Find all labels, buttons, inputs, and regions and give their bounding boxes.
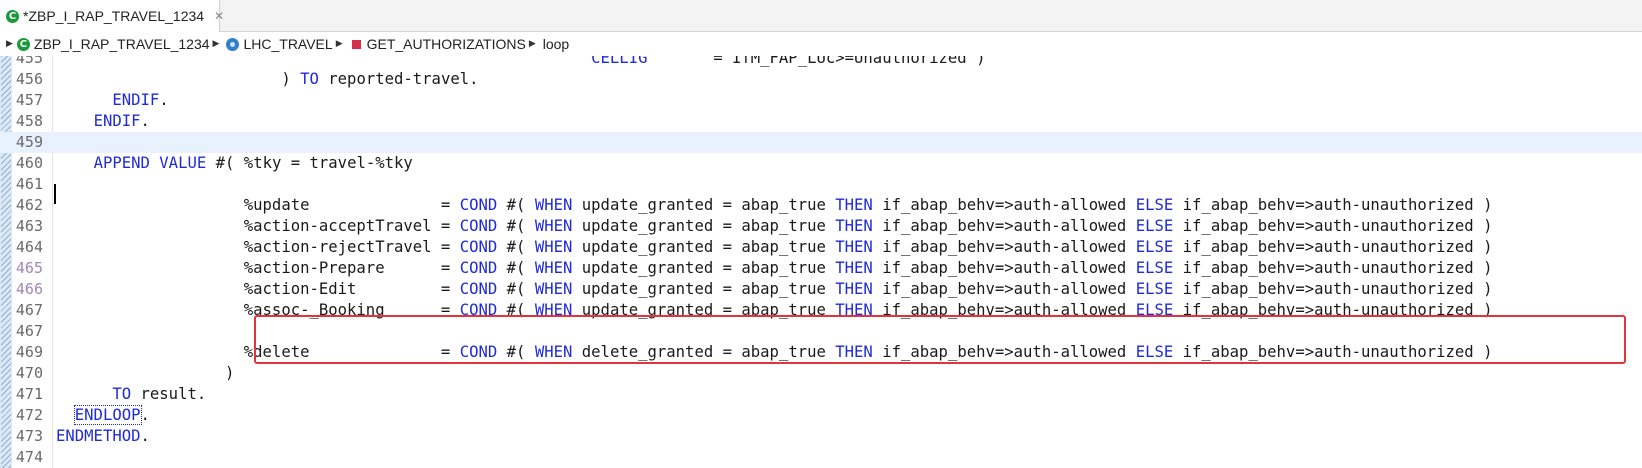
code-text: ENDIF. xyxy=(93,112,150,130)
editor-tab[interactable]: C *ZBP_I_RAP_TRAVEL_1234 ✕ xyxy=(0,0,224,32)
code-line[interactable]: 467 %assoc-_Booking = COND #( WHEN updat… xyxy=(0,300,1642,321)
code-line[interactable]: 473 ENDMETHOD. xyxy=(0,426,1642,447)
code-text: %action-acceptTravel = COND #( WHEN upda… xyxy=(56,217,1493,235)
line-number: 455 xyxy=(15,56,43,67)
line-number: 474 xyxy=(15,448,43,466)
abap-class-icon: C xyxy=(16,37,30,51)
line-number: 460 xyxy=(15,154,43,172)
line-number: 470 xyxy=(15,364,43,382)
code-line[interactable]: 462 %update = COND #( WHEN update_grante… xyxy=(0,195,1642,216)
line-number: 461 xyxy=(15,175,43,193)
code-text: %action-Prepare = COND #( WHEN update_gr… xyxy=(56,259,1493,277)
line-number: 463 xyxy=(15,217,43,235)
line-number: 456 xyxy=(15,70,43,88)
breadcrumb-item-loop[interactable]: loop xyxy=(543,36,569,52)
code-line[interactable]: 472 ENDLOOP. xyxy=(0,405,1642,426)
code-line[interactable]: 461 xyxy=(0,174,1642,195)
breadcrumb-label: loop xyxy=(542,36,570,52)
breadcrumb-item-local-class[interactable]: LHC_TRAVEL xyxy=(226,36,333,52)
line-number: 469 xyxy=(15,343,43,361)
code-line[interactable]: 465 %action-Prepare = COND #( WHEN updat… xyxy=(0,258,1642,279)
line-number: 465 xyxy=(15,259,43,277)
code-text: %update = COND #( WHEN update_granted = … xyxy=(56,196,1493,214)
code-line[interactable]: 460 APPEND VALUE #( %tky = travel-%tky xyxy=(0,153,1642,174)
close-icon[interactable]: ✕ xyxy=(214,9,224,23)
breadcrumb-item-class[interactable]: C ZBP_I_RAP_TRAVEL_1234 xyxy=(16,36,210,52)
line-number: 473 xyxy=(15,427,43,445)
breadcrumb-label: ZBP_I_RAP_TRAVEL_1234 xyxy=(33,36,210,52)
breadcrumb: ▶ C ZBP_I_RAP_TRAVEL_1234 ▶ LHC_TRAVEL ▶… xyxy=(0,32,1642,56)
code-line[interactable]: 459 xyxy=(0,132,1642,153)
line-number: 458 xyxy=(15,112,43,130)
tab-title: *ZBP_I_RAP_TRAVEL_1234 xyxy=(23,8,205,24)
method-icon xyxy=(351,39,361,49)
code-line[interactable]: 463 %action-acceptTravel = COND #( WHEN … xyxy=(0,216,1642,237)
abap-class-icon: C xyxy=(6,9,19,23)
code-line[interactable]: 471 TO result. xyxy=(0,384,1642,405)
line-number: 464 xyxy=(15,238,43,256)
code-text: %assoc-_Booking = COND #( WHEN update_gr… xyxy=(56,301,1493,319)
code-line[interactable]: 466 %action-Edit = COND #( WHEN update_g… xyxy=(0,279,1642,300)
chevron-right-icon[interactable]: ▶ xyxy=(213,39,220,49)
code-text: ) TO reported-travel. xyxy=(56,70,479,88)
chevron-right-icon[interactable]: ▶ xyxy=(529,39,536,49)
code-text: %action-Edit = COND #( WHEN update_grant… xyxy=(56,280,1493,298)
line-number: 459 xyxy=(15,133,43,151)
editor-tab-bar: C *ZBP_I_RAP_TRAVEL_1234 ✕ xyxy=(0,0,1642,32)
code-text: ) xyxy=(56,364,235,382)
line-number: 457 xyxy=(15,91,43,109)
line-number: 467 xyxy=(15,322,43,340)
code-line[interactable]: 456 ) TO reported-travel. xyxy=(0,69,1642,90)
code-text: ENDIF. xyxy=(112,91,169,109)
line-number: 467 xyxy=(15,301,43,319)
code-line[interactable]: 474 xyxy=(0,447,1642,468)
breadcrumb-item-method[interactable]: GET_AUTHORIZATIONS xyxy=(350,36,526,52)
code-text: %action-rejectTravel = COND #( WHEN upda… xyxy=(56,238,1493,256)
code-text: %delete = COND #( WHEN delete_granted = … xyxy=(56,343,1493,361)
code-line[interactable]: 467 xyxy=(0,321,1642,342)
line-number: 471 xyxy=(15,385,43,403)
line-number: 472 xyxy=(15,406,43,424)
code-line[interactable]: 470 ) xyxy=(0,363,1642,384)
code-text: TO result. xyxy=(112,385,207,403)
breadcrumb-label: LHC_TRAVEL xyxy=(243,36,333,52)
code-text: APPEND VALUE #( %tky = travel-%tky xyxy=(93,154,413,172)
text-caret xyxy=(54,184,56,204)
code-line[interactable]: 458 ENDIF. xyxy=(0,111,1642,132)
line-number: 466 xyxy=(15,280,43,298)
code-text: ENDLOOP. xyxy=(73,405,150,425)
chevron-right-icon[interactable]: ▶ xyxy=(6,39,13,49)
code-line[interactable]: 455 CELLIG = IfM_FAP_LUc>=Unauthorized ) xyxy=(0,56,1642,69)
code-line[interactable]: 469 %delete = COND #( WHEN delete_grante… xyxy=(0,342,1642,363)
breadcrumb-label: GET_AUTHORIZATIONS xyxy=(366,36,526,52)
code-line[interactable]: 457 ENDIF. xyxy=(0,90,1642,111)
code-line[interactable]: 464 %action-rejectTravel = COND #( WHEN … xyxy=(0,237,1642,258)
line-number: 462 xyxy=(15,196,43,214)
chevron-right-icon[interactable]: ▶ xyxy=(336,39,343,49)
local-class-icon xyxy=(226,37,240,51)
code-editor[interactable]: 455 CELLIG = IfM_FAP_LUc>=Unauthorized )… xyxy=(0,56,1642,468)
code-text: CELLIG = IfM_FAP_LUc>=Unauthorized ) xyxy=(591,56,986,67)
code-text: ENDMETHOD. xyxy=(56,427,150,445)
